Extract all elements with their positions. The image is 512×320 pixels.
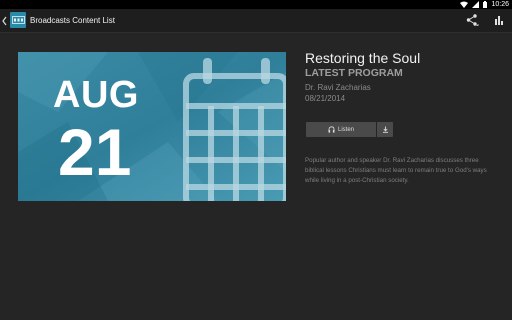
status-icons: 10:26 xyxy=(460,0,509,9)
listen-label: Listen xyxy=(337,126,354,133)
wifi-icon xyxy=(460,1,469,8)
download-button[interactable] xyxy=(377,122,393,137)
app-bar: Broadcasts Content List xyxy=(0,9,512,33)
signal-icon xyxy=(472,1,480,8)
status-time: 10:26 xyxy=(491,1,509,8)
program-title: Restoring the Soul xyxy=(305,50,421,66)
latest-program-label: LATEST PROGRAM xyxy=(305,67,403,79)
logo-mark xyxy=(11,16,25,24)
program-artwork[interactable]: AUG 21 xyxy=(18,52,286,201)
battery-icon xyxy=(483,1,488,8)
calendar-icon xyxy=(183,58,286,201)
program-description: Popular author and speaker Dr. Ravi Zach… xyxy=(305,157,487,184)
status-bar: 10:26 xyxy=(0,0,512,9)
chart-icon[interactable] xyxy=(493,14,505,26)
headphones-icon xyxy=(328,126,335,133)
speaker-name: Dr. Ravi Zacharias xyxy=(305,83,371,92)
listen-button[interactable]: Listen xyxy=(306,122,376,137)
program-date: 08/21/2014 xyxy=(305,94,346,103)
artwork-month: AUG xyxy=(53,74,139,116)
app-logo-icon[interactable] xyxy=(10,12,26,28)
back-caret-icon[interactable] xyxy=(1,15,9,27)
artwork-day: 21 xyxy=(58,115,132,189)
download-icon xyxy=(382,126,388,133)
action-buttons: Listen xyxy=(306,122,393,137)
app-bar-title: Broadcasts Content List xyxy=(30,16,115,25)
share-icon[interactable] xyxy=(465,13,479,27)
